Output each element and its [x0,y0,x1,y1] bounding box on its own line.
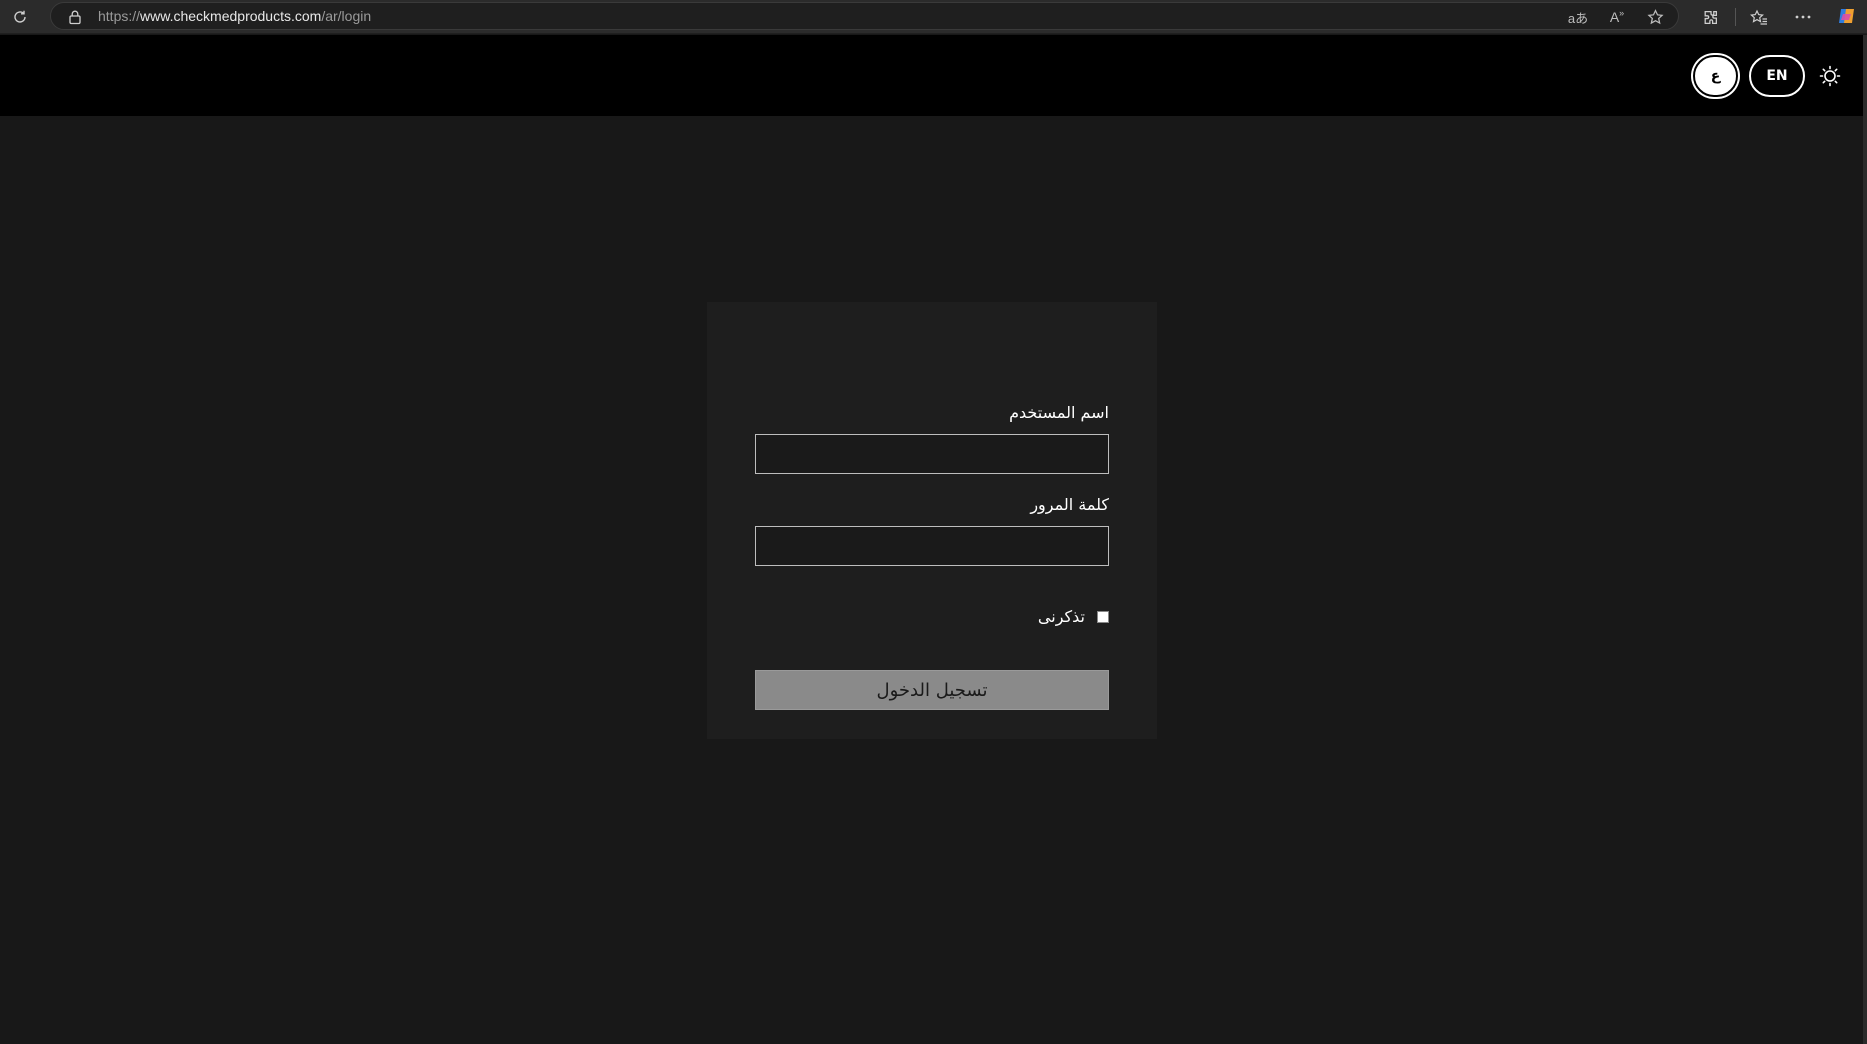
url-path: /ar/login [321,8,372,24]
extensions-icon [1704,10,1717,24]
favorites-button[interactable] [1745,3,1773,31]
address-bar[interactable]: https://www.checkmedproducts.com/ar/logi… [50,2,1679,30]
read-aloud-superscript-glyph: » [1619,8,1625,18]
more-menu-button[interactable] [1789,3,1817,31]
translate-icon[interactable]: aあ [1567,6,1589,28]
remember-me-row: تذكرنى [1038,607,1109,626]
copilot-icon[interactable] [1837,6,1857,26]
favorite-star-icon[interactable] [1644,6,1666,28]
remember-me-checkbox[interactable] [1097,610,1109,623]
browser-toolbar: https://www.checkmedproducts.com/ar/logi… [0,0,1867,34]
username-input[interactable] [755,434,1109,474]
language-english-button[interactable]: EN [1749,55,1805,97]
toolbar-divider [1735,8,1736,26]
site-header: ع EN [0,35,1863,116]
login-card: اسم المستخدم كلمة المرور تذكرنى تسجيل ال… [707,302,1157,739]
login-submit-button[interactable]: تسجيل الدخول [755,670,1109,710]
url-text[interactable]: https://www.checkmedproducts.com/ar/logi… [98,3,371,30]
language-arabic-button[interactable]: ع [1693,55,1738,97]
extensions-button[interactable] [1696,3,1724,31]
sun-icon [1819,65,1841,87]
remember-me-label[interactable]: تذكرنى [1038,607,1085,626]
url-host: www.checkmedproducts.com [140,8,322,24]
page-scrollbar-edge [1863,35,1867,1044]
refresh-button[interactable] [6,3,34,31]
refresh-icon [14,10,26,23]
favorites-collection-icon [1750,9,1767,25]
read-aloud-icon[interactable]: A» [1606,6,1628,28]
theme-toggle-button[interactable] [1817,63,1843,89]
lock-icon [69,10,81,25]
url-scheme: https:// [98,8,141,24]
more-icon [1795,15,1811,19]
read-aloud-label: A [1609,9,1620,25]
password-label: كلمة المرور [1030,495,1109,514]
username-label: اسم المستخدم [1009,403,1109,422]
password-input[interactable] [755,526,1109,566]
